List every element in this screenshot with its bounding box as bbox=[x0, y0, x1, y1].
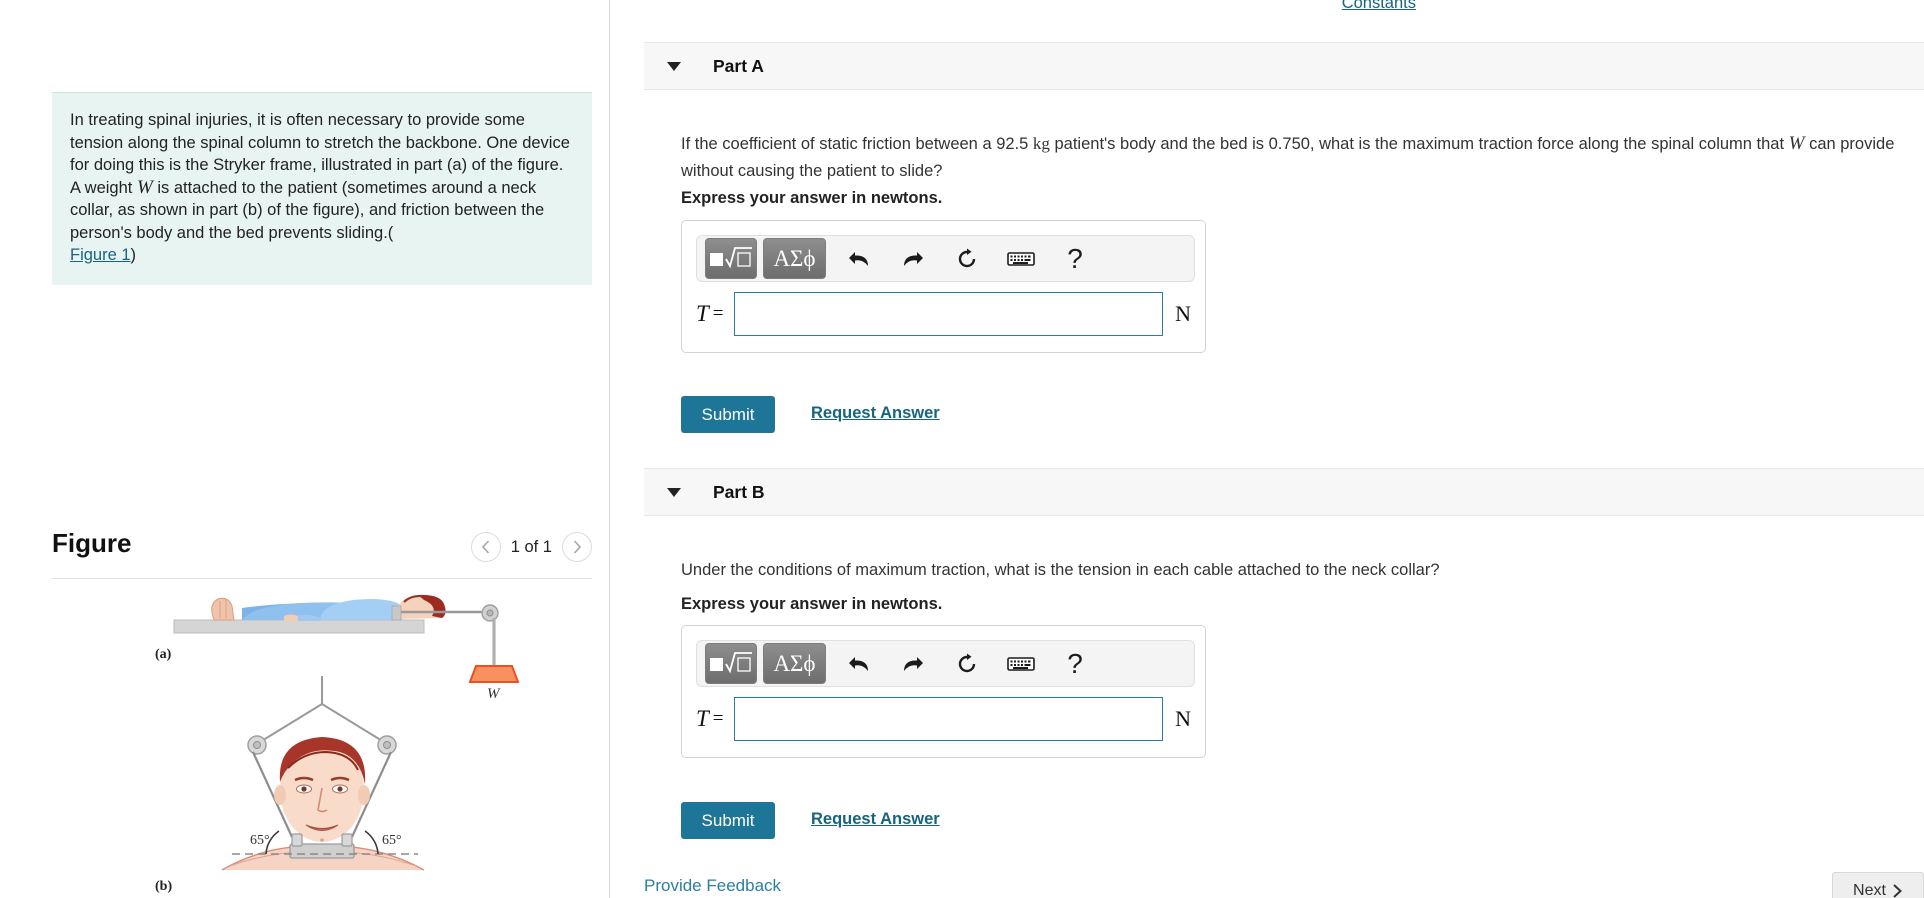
part-b-answer-box: ΑΣϕ ? T = N bbox=[681, 625, 1206, 758]
chevron-left-icon bbox=[482, 540, 490, 554]
undo-icon[interactable] bbox=[832, 238, 886, 279]
unit-kg: kg bbox=[1032, 134, 1050, 153]
part-b-math-toolbar: ΑΣϕ ? bbox=[696, 640, 1195, 687]
stryker-frame-diagram: W (a) 65° 65° (b) bbox=[155, 594, 520, 894]
part-a-answer-input[interactable] bbox=[733, 292, 1164, 336]
keyboard-glyph bbox=[1007, 251, 1035, 266]
part-a-variable-label: T bbox=[696, 301, 709, 326]
part-b-q1: Under the conditions of maximum traction… bbox=[681, 561, 1440, 579]
part-a-answer-box: ΑΣϕ ? T = N bbox=[681, 220, 1206, 353]
provide-feedback-link[interactable]: Provide Feedback bbox=[644, 876, 781, 896]
part-b-question: Under the conditions of maximum traction… bbox=[681, 557, 1911, 584]
part-a-equals-sign: = bbox=[712, 303, 724, 324]
figure-title: Figure bbox=[52, 528, 132, 558]
undo-arrow-glyph bbox=[849, 251, 868, 266]
help-icon[interactable]: ? bbox=[1048, 643, 1102, 684]
part-a-q1: If the coefficient of static friction be… bbox=[681, 135, 1033, 153]
figure-pager: 1 of 1 bbox=[470, 532, 592, 562]
chevron-right-icon bbox=[1893, 884, 1902, 898]
part-b-request-answer-link[interactable]: Request Answer bbox=[811, 810, 940, 829]
redo-icon[interactable] bbox=[886, 643, 940, 684]
reset-circular-arrow-glyph bbox=[958, 248, 976, 267]
reset-icon[interactable] bbox=[940, 643, 994, 684]
left-panel: In treating spinal injuries, it is often… bbox=[0, 0, 610, 898]
weight-label-a: W bbox=[487, 686, 501, 702]
part-a-math-toolbar: ΑΣϕ ? bbox=[696, 235, 1195, 282]
part-a-question: If the coefficient of static friction be… bbox=[681, 130, 1911, 185]
keyboard-icon[interactable] bbox=[994, 643, 1048, 684]
help-icon[interactable]: ? bbox=[1048, 238, 1102, 279]
undo-arrow-glyph bbox=[849, 656, 868, 671]
part-b-unit-label: N bbox=[1175, 706, 1191, 731]
reset-icon[interactable] bbox=[940, 238, 994, 279]
next-button[interactable]: Next bbox=[1832, 872, 1924, 898]
caption-b: (b) bbox=[155, 879, 172, 894]
next-button-label: Next bbox=[1853, 882, 1886, 898]
part-a-header[interactable]: Part A bbox=[644, 42, 1924, 90]
caption-a: (a) bbox=[155, 647, 172, 662]
page-root: In treating spinal injuries, it is often… bbox=[0, 0, 1924, 898]
part-a-weight-var: W bbox=[1788, 133, 1805, 154]
part-b-input-row: T = N bbox=[682, 687, 1205, 757]
figure-illustration: W (a) 65° 65° (b) bbox=[52, 582, 592, 898]
part-a-instruction: Express your answer in newtons. bbox=[681, 189, 943, 207]
redo-arrow-glyph bbox=[904, 656, 923, 671]
constants-link[interactable]: Constants bbox=[1342, 0, 1416, 13]
figure-1-link[interactable]: Figure 1 bbox=[70, 246, 131, 264]
part-b-variable-label: T bbox=[696, 706, 709, 731]
part-a-input-row: T = N bbox=[682, 282, 1205, 352]
part-b-header[interactable]: Part B bbox=[644, 468, 1924, 516]
figure-prev-button[interactable] bbox=[470, 532, 501, 562]
chevron-right-icon bbox=[573, 540, 581, 554]
right-panel: Constants Part A If the coefficient of s… bbox=[611, 0, 1924, 898]
greek-symbols-icon[interactable]: ΑΣϕ bbox=[763, 643, 826, 684]
part-a-request-answer-link[interactable]: Request Answer bbox=[811, 404, 940, 423]
sqrt-template-glyph bbox=[710, 651, 752, 673]
part-a-submit-button[interactable]: Submit bbox=[681, 396, 775, 433]
weight-symbol: W bbox=[136, 176, 153, 198]
part-b-answer-input[interactable] bbox=[733, 697, 1164, 741]
redo-arrow-glyph bbox=[904, 251, 923, 266]
figure-next-button[interactable] bbox=[562, 532, 592, 562]
part-a-unit-label: N bbox=[1175, 301, 1191, 326]
template-sqrt-icon[interactable] bbox=[705, 643, 757, 684]
caret-down-icon[interactable] bbox=[667, 61, 681, 71]
greek-symbols-icon[interactable]: ΑΣϕ bbox=[763, 238, 826, 279]
redo-icon[interactable] bbox=[886, 238, 940, 279]
undo-icon[interactable] bbox=[832, 643, 886, 684]
caret-down-icon[interactable] bbox=[667, 487, 681, 497]
reset-circular-arrow-glyph bbox=[958, 653, 976, 672]
angle-right-label: 65° bbox=[382, 833, 402, 848]
figure-divider bbox=[52, 578, 592, 579]
figure-header: Figure 1 of 1 bbox=[52, 528, 592, 570]
template-sqrt-icon[interactable] bbox=[705, 238, 757, 279]
part-b-instruction: Express your answer in newtons. bbox=[681, 595, 943, 613]
problem-statement: In treating spinal injuries, it is often… bbox=[52, 92, 592, 285]
part-b-label: Part B bbox=[713, 481, 765, 502]
problem-text-part3: ) bbox=[130, 246, 137, 264]
figure-page-count: 1 of 1 bbox=[510, 537, 552, 556]
part-a-label: Part A bbox=[713, 55, 764, 76]
part-b-submit-button[interactable]: Submit bbox=[681, 802, 775, 839]
part-b-equals-sign: = bbox=[712, 708, 724, 729]
angle-left-label: 65° bbox=[250, 833, 270, 848]
keyboard-icon[interactable] bbox=[994, 238, 1048, 279]
sqrt-template-glyph bbox=[710, 246, 752, 268]
part-a-q2: patient's body and the bed is 0.750, wha… bbox=[1049, 135, 1789, 153]
keyboard-glyph bbox=[1007, 656, 1035, 671]
